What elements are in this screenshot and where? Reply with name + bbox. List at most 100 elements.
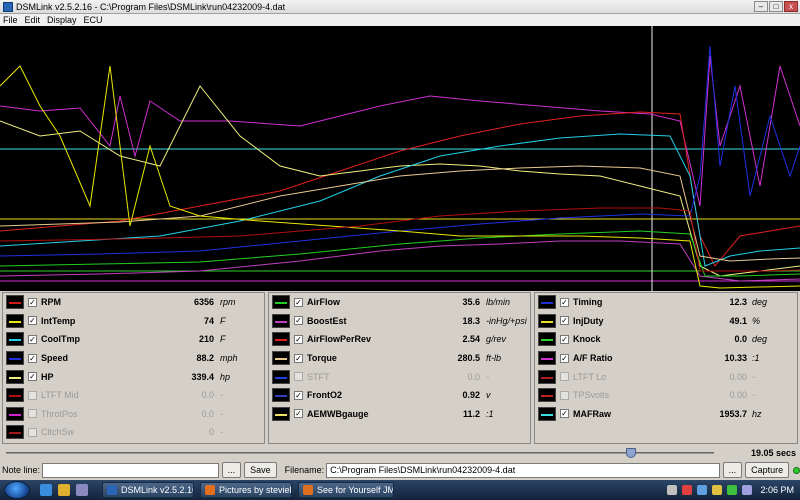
param-checkbox[interactable]: ✓ bbox=[560, 297, 569, 307]
color-swatch[interactable] bbox=[6, 388, 24, 403]
param-row: ✓ Torque 280.5 ft-lb bbox=[269, 349, 530, 368]
param-checkbox[interactable]: ✓ bbox=[294, 409, 303, 419]
task-see-for-yourself[interactable]: See for Yourself JMF... bbox=[298, 482, 394, 498]
task-label: See for Yourself JMF... bbox=[317, 485, 393, 495]
color-swatch[interactable] bbox=[272, 313, 290, 328]
param-checkbox[interactable]: ✓ bbox=[28, 316, 37, 326]
tray-app-icon[interactable] bbox=[727, 485, 738, 495]
tray-network-icon[interactable] bbox=[697, 485, 708, 495]
datalog-graph[interactable] bbox=[0, 26, 800, 291]
param-unit: lb/min bbox=[486, 297, 511, 308]
color-swatch[interactable] bbox=[538, 313, 556, 328]
param-checkbox[interactable]: ✓ bbox=[294, 353, 303, 363]
menu-edit[interactable]: Edit bbox=[25, 15, 41, 25]
color-swatch[interactable] bbox=[538, 351, 556, 366]
param-value: 0.0 bbox=[201, 408, 214, 419]
param-name: RPM bbox=[41, 297, 61, 308]
menu-file[interactable]: File bbox=[3, 15, 18, 25]
param-checkbox[interactable]: ✓ bbox=[560, 353, 569, 363]
color-swatch[interactable] bbox=[538, 332, 556, 347]
trace-rpm bbox=[0, 111, 800, 267]
param-unit: deg bbox=[752, 334, 768, 345]
color-swatch[interactable] bbox=[272, 369, 290, 384]
param-name: Knock bbox=[573, 334, 601, 345]
color-swatch[interactable] bbox=[272, 332, 290, 347]
save-button[interactable]: Save bbox=[244, 462, 277, 478]
param-row: ✓ A/F Ratio 10.33 :1 bbox=[535, 349, 797, 368]
param-row: ✓ AirFlow 35.6 lb/min bbox=[269, 293, 530, 312]
param-value: 0.92 bbox=[462, 390, 480, 401]
param-checkbox[interactable] bbox=[294, 372, 303, 382]
param-checkbox[interactable]: ✓ bbox=[28, 353, 37, 363]
color-swatch[interactable] bbox=[6, 295, 24, 310]
firefox-icon bbox=[205, 485, 215, 495]
note-browse-button[interactable]: ... bbox=[221, 462, 242, 478]
tray-security-icon[interactable] bbox=[682, 485, 693, 495]
file-browse-button[interactable]: ... bbox=[722, 462, 743, 478]
param-checkbox[interactable] bbox=[560, 372, 569, 382]
tray-volume-icon[interactable] bbox=[742, 485, 753, 495]
param-checkbox[interactable]: ✓ bbox=[28, 297, 37, 307]
color-swatch[interactable] bbox=[6, 313, 24, 328]
time-slider-thumb[interactable] bbox=[626, 448, 636, 458]
color-swatch[interactable] bbox=[538, 369, 556, 384]
param-checkbox[interactable] bbox=[28, 427, 37, 437]
param-value: 0.0 bbox=[201, 390, 214, 401]
media-icon[interactable] bbox=[76, 484, 88, 496]
param-checkbox[interactable]: ✓ bbox=[294, 334, 303, 344]
color-swatch[interactable] bbox=[272, 406, 290, 421]
task-pictures[interactable]: Pictures by steviekal... bbox=[200, 482, 292, 498]
task-dsmlink[interactable]: DSMLink v2.5.2.16 - ... bbox=[102, 482, 194, 498]
color-swatch[interactable] bbox=[6, 332, 24, 347]
tray-update-icon[interactable] bbox=[712, 485, 723, 495]
close-button[interactable]: x bbox=[784, 1, 798, 12]
filename-input[interactable] bbox=[326, 462, 720, 478]
param-value: 1953.7 bbox=[719, 408, 747, 419]
tray-chevron-icon[interactable] bbox=[667, 485, 678, 495]
param-checkbox[interactable] bbox=[560, 390, 569, 400]
clock[interactable]: 2:06 PM bbox=[760, 485, 794, 495]
maximize-button[interactable]: □ bbox=[769, 1, 783, 12]
folder-icon[interactable] bbox=[58, 484, 70, 496]
color-swatch[interactable] bbox=[272, 351, 290, 366]
param-checkbox[interactable]: ✓ bbox=[560, 409, 569, 419]
param-unit: - bbox=[220, 408, 223, 419]
datalog-traces bbox=[0, 26, 800, 291]
param-name: FrontO2 bbox=[307, 390, 342, 401]
color-swatch[interactable] bbox=[6, 369, 24, 384]
menu-display[interactable]: Display bbox=[47, 15, 77, 25]
param-name: CoolTmp bbox=[41, 334, 80, 345]
param-checkbox[interactable] bbox=[28, 390, 37, 400]
start-button[interactable] bbox=[4, 481, 30, 499]
param-checkbox[interactable] bbox=[28, 409, 37, 419]
param-checkbox[interactable]: ✓ bbox=[294, 316, 303, 326]
param-name: Torque bbox=[307, 353, 337, 364]
param-checkbox[interactable]: ✓ bbox=[28, 334, 37, 344]
color-swatch[interactable] bbox=[272, 295, 290, 310]
param-value: 2.54 bbox=[462, 334, 480, 345]
color-swatch[interactable] bbox=[538, 406, 556, 421]
param-checkbox[interactable]: ✓ bbox=[294, 297, 303, 307]
param-name: BoostEst bbox=[307, 315, 347, 326]
color-swatch[interactable] bbox=[538, 388, 556, 403]
time-slider-track[interactable] bbox=[6, 452, 714, 454]
param-checkbox[interactable]: ✓ bbox=[28, 372, 37, 382]
param-checkbox[interactable]: ✓ bbox=[560, 316, 569, 326]
color-swatch[interactable] bbox=[6, 351, 24, 366]
window-title: DSMLink v2.5.2.16 - C:\Program Files\DSM… bbox=[16, 1, 286, 12]
param-checkbox[interactable]: ✓ bbox=[294, 390, 303, 400]
color-swatch[interactable] bbox=[6, 425, 24, 440]
menu-ecu[interactable]: ECU bbox=[84, 15, 103, 25]
param-unit: v bbox=[486, 390, 491, 401]
color-swatch[interactable] bbox=[538, 295, 556, 310]
note-line-input[interactable] bbox=[42, 462, 219, 478]
param-checkbox[interactable]: ✓ bbox=[560, 334, 569, 344]
ie-icon[interactable] bbox=[40, 484, 52, 496]
param-panel-1: ✓ RPM 6356 rpm ✓ IntTemp 74 F ✓ CoolTmp … bbox=[2, 292, 265, 444]
note-line-label: Note line: bbox=[2, 465, 41, 475]
color-swatch[interactable] bbox=[272, 388, 290, 403]
minimize-button[interactable]: – bbox=[754, 1, 768, 12]
param-name: ThrotPos bbox=[41, 408, 78, 419]
capture-button[interactable]: Capture bbox=[745, 462, 790, 478]
color-swatch[interactable] bbox=[6, 406, 24, 421]
